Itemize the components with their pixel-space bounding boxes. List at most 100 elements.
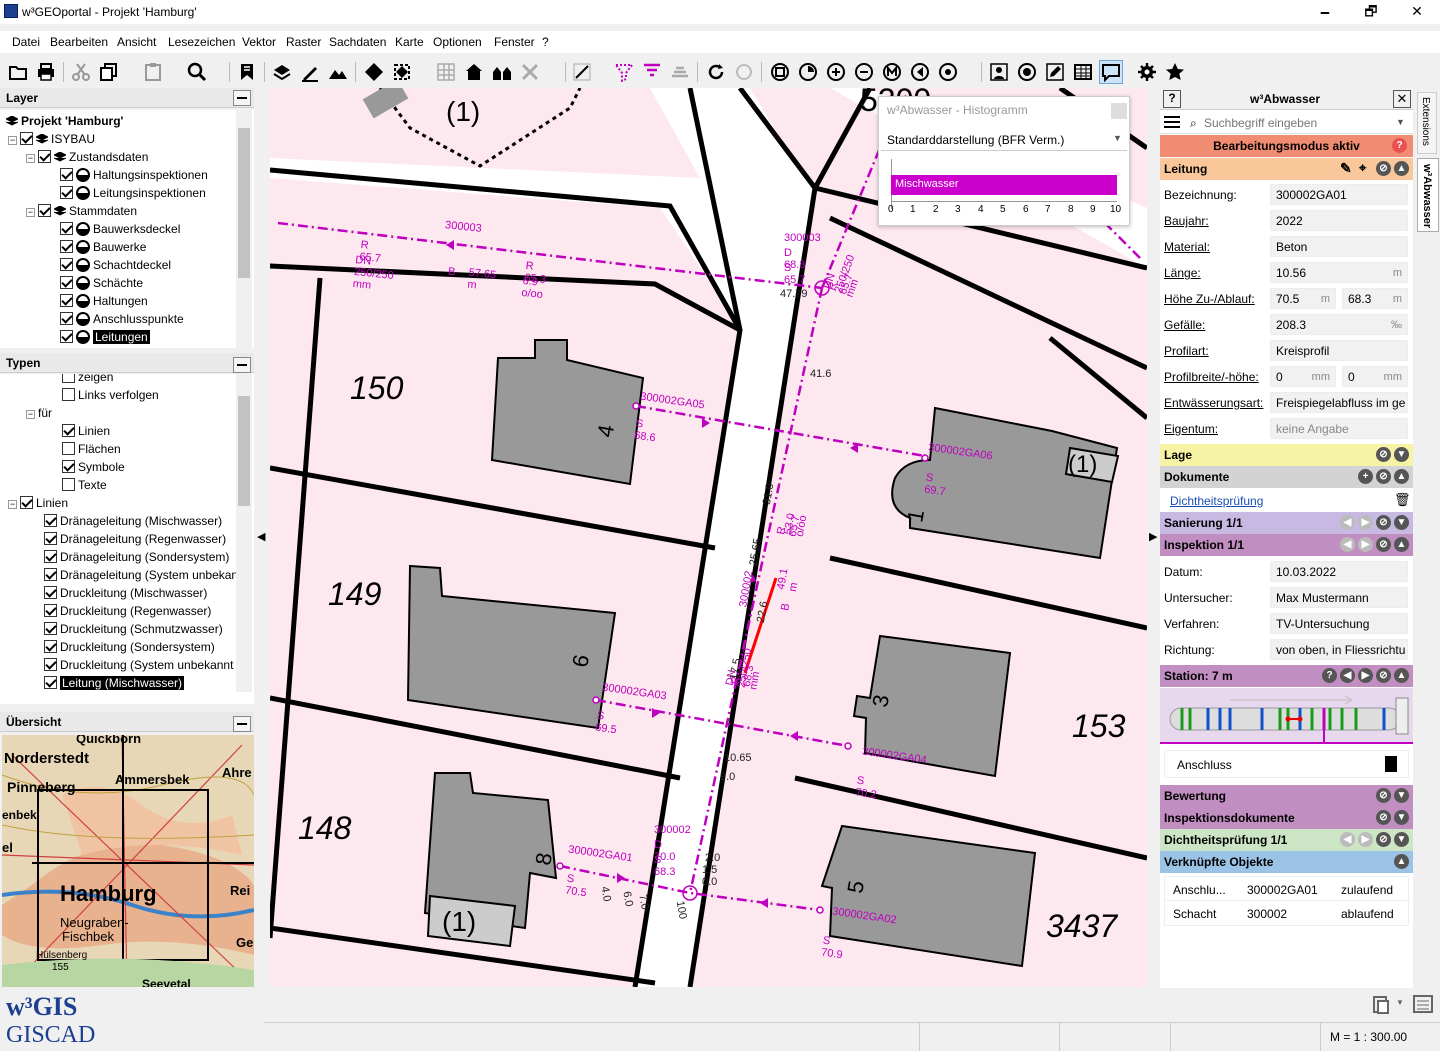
types-panel-minimize-button[interactable] bbox=[233, 357, 251, 373]
field-label[interactable]: Höhe Zu-/Ablauf: bbox=[1164, 292, 1255, 306]
zoom-scale-icon[interactable] bbox=[880, 60, 904, 84]
user-icon[interactable] bbox=[987, 60, 1011, 84]
house-icon[interactable] bbox=[462, 60, 486, 84]
collapse-left-icon[interactable]: ◀ bbox=[257, 530, 265, 543]
field-label[interactable]: Länge: bbox=[1164, 266, 1201, 280]
chevron-down-icon[interactable]: ▼ bbox=[1394, 447, 1409, 462]
next-icon[interactable]: ▶ bbox=[1358, 515, 1373, 530]
laenge-field[interactable]: 10.56 m bbox=[1270, 262, 1408, 283]
panel-close-button[interactable]: ✕ bbox=[1393, 90, 1411, 108]
menu-karte[interactable]: Karte bbox=[395, 35, 424, 49]
menu-bearbeiten[interactable]: Bearbeiten bbox=[50, 35, 108, 49]
menu-datei[interactable]: Datei bbox=[12, 35, 40, 49]
histogram-dropdown[interactable]: Standarddarstellung (BFR Verm.) ▼ bbox=[881, 129, 1127, 151]
print-icon[interactable] bbox=[34, 60, 58, 84]
layer-schachtdeckel[interactable]: Schachtdeckel bbox=[60, 256, 171, 274]
type-flaechen[interactable]: Flächen bbox=[62, 440, 121, 458]
table-row[interactable]: Anschlu... 300002GA01 zulaufend bbox=[1165, 877, 1410, 901]
layer-tree-scrollbar[interactable] bbox=[236, 110, 252, 348]
hoehe-ablauf-field[interactable]: 68.3 m bbox=[1342, 288, 1408, 309]
list-view-icon[interactable] bbox=[1412, 993, 1434, 1015]
filter-magenta-icon[interactable] bbox=[612, 60, 636, 84]
layer-bauwerksdeckel[interactable]: Bauwerksdeckel bbox=[60, 220, 180, 238]
layer-zustandsdaten[interactable]: − Zustandsdaten bbox=[26, 148, 148, 166]
add-icon[interactable]: + bbox=[1358, 469, 1373, 484]
search-input[interactable] bbox=[1204, 114, 1394, 132]
chevron-down-icon[interactable]: ▼ bbox=[1396, 117, 1405, 127]
pan-icon[interactable] bbox=[936, 60, 960, 84]
type-druck-misch[interactable]: Druckleitung (Mischwasser) bbox=[44, 584, 207, 602]
prev-icon[interactable]: ◀ bbox=[1340, 537, 1355, 552]
zoom-all-icon[interactable] bbox=[768, 60, 792, 84]
layer-stammdaten[interactable]: − Stammdaten bbox=[26, 202, 137, 220]
histogram-close-button[interactable] bbox=[1111, 103, 1127, 119]
layer-leitungsinspektionen[interactable]: Leitungsinspektionen bbox=[60, 184, 206, 202]
menu-lesezeichen[interactable]: Lesezeichen bbox=[168, 35, 235, 49]
section-bewertung[interactable]: Bewertung ⊘ ▼ bbox=[1160, 785, 1413, 807]
cancel-icon[interactable]: ⊘ bbox=[1376, 515, 1391, 530]
type-druck-sonder[interactable]: Druckleitung (Sondersystem) bbox=[44, 638, 215, 656]
type-fuer[interactable]: − für bbox=[26, 404, 52, 422]
cancel-icon[interactable]: ⊘ bbox=[1376, 161, 1391, 176]
section-station[interactable]: Station: 7 m? ◀ ▶ ⊘ ▲ bbox=[1160, 665, 1413, 687]
cancel-icon[interactable]: ⊘ bbox=[1376, 832, 1391, 847]
untersucher-field[interactable]: Max Mustermann bbox=[1270, 587, 1408, 608]
layer-project[interactable]: Projekt 'Hamburg' bbox=[6, 112, 123, 130]
chevron-up-icon[interactable]: ▲ bbox=[1394, 854, 1409, 869]
field-label[interactable]: Gefälle: bbox=[1164, 318, 1205, 332]
layer-haltungsinspektionen[interactable]: Haltungsinspektionen bbox=[60, 166, 208, 184]
next-icon[interactable]: ▶ bbox=[1358, 668, 1373, 683]
stack-icon[interactable] bbox=[668, 60, 692, 84]
histogram-bar-mischwasser[interactable]: Mischwasser bbox=[891, 175, 1117, 195]
minimize-button[interactable]: 🗕 bbox=[1302, 0, 1348, 24]
profilhoehe-field[interactable]: 0 mm bbox=[1342, 366, 1408, 387]
hoehe-zulauf-field[interactable]: 70.5 m bbox=[1270, 288, 1336, 309]
section-dichtheitspruefung[interactable]: Dichtheitsprüfung 1/1 ◀ ▶ ⊘ ▼ bbox=[1160, 829, 1413, 851]
section-inspektionsdokumente[interactable]: Inspektionsdokumente ⊘ ▼ bbox=[1160, 807, 1413, 829]
type-leitung-misch[interactable]: Leitung (Mischwasser) bbox=[44, 674, 185, 692]
menu-help[interactable]: ? bbox=[542, 35, 549, 49]
section-sanierung[interactable]: Sanierung 1/1 ◀ ▶ ⊘ ▼ bbox=[1160, 512, 1413, 534]
overview-panel-minimize-button[interactable] bbox=[233, 716, 251, 732]
refresh-icon[interactable] bbox=[704, 60, 728, 84]
chevron-down-icon[interactable]: ▼ bbox=[1394, 788, 1409, 803]
section-inspektion[interactable]: Inspektion 1/1 ◀ ▶ ⊘ ▲ bbox=[1160, 534, 1413, 556]
station-diagram[interactable] bbox=[1160, 688, 1413, 744]
film-icon[interactable] bbox=[1385, 756, 1397, 772]
profilbreite-field[interactable]: 0 mm bbox=[1270, 366, 1336, 387]
paste-icon[interactable] bbox=[141, 60, 165, 84]
prev-icon[interactable]: ◀ bbox=[1340, 832, 1355, 847]
close-button[interactable]: ✕ bbox=[1394, 0, 1440, 24]
layer-anschlusspunkte[interactable]: Anschlusspunkte bbox=[60, 310, 184, 328]
grid-icon[interactable] bbox=[434, 60, 458, 84]
help-button[interactable]: ? bbox=[1163, 90, 1181, 108]
types-tree-scrollbar[interactable] bbox=[236, 374, 252, 692]
terrain-icon[interactable] bbox=[326, 60, 350, 84]
map-canvas[interactable]: 150 149 148 153 3437 5200 (1) (1) (1) 4 … bbox=[270, 88, 1147, 987]
verfahren-field[interactable]: TV-Untersuchung bbox=[1270, 613, 1408, 634]
menu-sachdaten[interactable]: Sachdaten bbox=[329, 35, 386, 49]
type-druck-regen[interactable]: Druckleitung (Regenwasser) bbox=[44, 602, 211, 620]
cross-select-icon[interactable] bbox=[518, 60, 542, 84]
chevron-up-icon[interactable]: ▲ bbox=[1394, 469, 1409, 484]
pencil-icon[interactable]: ✎ bbox=[1340, 160, 1352, 177]
gefaelle-field[interactable]: 208.3 ‰ bbox=[1270, 314, 1408, 335]
chevron-up-icon[interactable]: ▲ bbox=[1394, 161, 1409, 176]
zoom-out-icon[interactable] bbox=[852, 60, 876, 84]
next-icon[interactable]: ▶ bbox=[1358, 537, 1373, 552]
eigentum-field[interactable]: keine Angabe bbox=[1270, 418, 1408, 439]
bezeichnung-field[interactable]: 300002GA01 bbox=[1270, 184, 1408, 205]
layer-leitungen[interactable]: Leitungen bbox=[60, 328, 150, 346]
maximize-button[interactable]: 🗗 bbox=[1348, 0, 1394, 24]
chevron-down-icon[interactable]: ▼ bbox=[1394, 810, 1409, 825]
section-verknuepfte-objekte[interactable]: Verknüpfte Objekte ▲ bbox=[1160, 851, 1413, 873]
tab-extensions[interactable]: Extensions bbox=[1417, 92, 1437, 154]
table-icon[interactable] bbox=[1071, 60, 1095, 84]
cancel-icon[interactable]: ⊘ bbox=[1376, 810, 1391, 825]
buildings-icon[interactable] bbox=[490, 60, 514, 84]
favorites-star-icon[interactable] bbox=[1163, 60, 1187, 84]
layer-schaechte[interactable]: Schächte bbox=[60, 274, 143, 292]
collapse-right-icon[interactable]: ▶ bbox=[1149, 530, 1157, 543]
type-draen-sonder[interactable]: Dränageleitung (Sondersystem) bbox=[44, 548, 229, 566]
type-druck-unbekannt[interactable]: Druckleitung (System unbekannt bbox=[44, 656, 233, 674]
